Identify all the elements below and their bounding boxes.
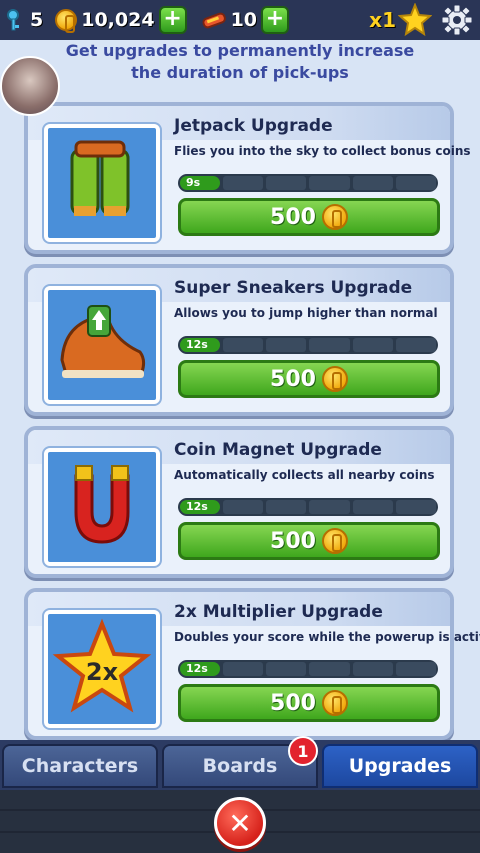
top-bar: 5 10,024 + 10 + x1 bbox=[0, 0, 480, 40]
upgrade-image-box bbox=[44, 124, 160, 242]
upgrade-progress-bar: 9s bbox=[178, 174, 438, 192]
upgrade-title: 2x Multiplier Upgrade bbox=[174, 602, 383, 622]
close-button[interactable]: ✕ bbox=[214, 797, 266, 849]
progress-segment bbox=[395, 176, 437, 190]
key-icon bbox=[7, 9, 19, 31]
boards-stat: 10 + bbox=[201, 6, 290, 34]
progress-segment bbox=[352, 338, 393, 352]
coin-icon bbox=[321, 528, 348, 554]
hoverboard-icon bbox=[201, 12, 226, 29]
upgrade-image-box: 2x bbox=[44, 610, 160, 728]
page-subtitle: Get upgrades to permanently increase the… bbox=[65, 41, 415, 82]
buy-upgrade-button[interactable]: 500 bbox=[178, 198, 440, 236]
progress-segment bbox=[352, 176, 393, 190]
progress-segment bbox=[309, 662, 350, 676]
progress-segment bbox=[395, 500, 437, 514]
jetpack-icon bbox=[70, 140, 130, 216]
upgrade-price: 500 bbox=[270, 690, 316, 716]
upgrade-title: Coin Magnet Upgrade bbox=[174, 440, 382, 460]
upgrade-progress-bar: 12s bbox=[178, 498, 438, 516]
coin-icon bbox=[321, 690, 348, 716]
upgrade-card-multiplier: 2x 2x Multiplier Upgrade Doubles your sc… bbox=[24, 588, 480, 740]
progress-segment bbox=[309, 500, 350, 514]
upgrade-progress-bar: 12s bbox=[178, 660, 438, 678]
tab-label: Boards bbox=[202, 755, 278, 777]
progress-segment bbox=[223, 176, 264, 190]
upgrade-card-sneakers: Super Sneakers Upgrade Allows you to jum… bbox=[24, 264, 454, 416]
coins-stat: 10,024 + bbox=[55, 6, 187, 34]
progress-segment bbox=[223, 662, 264, 676]
notification-badge: 1 bbox=[288, 736, 318, 766]
upgrade-price: 500 bbox=[270, 366, 316, 392]
close-icon: ✕ bbox=[228, 806, 252, 840]
coins-count: 10,024 bbox=[81, 9, 155, 31]
progress-segment bbox=[309, 338, 350, 352]
buy-upgrade-button[interactable]: 500 bbox=[178, 684, 440, 722]
upgrade-description: Automatically collects all nearby coins bbox=[174, 468, 435, 482]
upgrade-progress-bar: 12s bbox=[178, 336, 438, 354]
progress-level-label: 12s bbox=[180, 662, 220, 676]
upgrade-image-box bbox=[44, 286, 160, 404]
progress-segment bbox=[266, 338, 307, 352]
upgrade-image-box bbox=[44, 448, 160, 566]
progress-segment bbox=[266, 176, 307, 190]
upgrade-description: Allows you to jump higher than normal bbox=[174, 306, 438, 320]
tab-characters[interactable]: Characters bbox=[2, 744, 158, 788]
boards-count: 10 bbox=[230, 9, 258, 31]
keys-count: 5 bbox=[30, 9, 44, 31]
progress-level-label: 9s bbox=[180, 176, 220, 190]
upgrades-list[interactable]: Jetpack Upgrade Flies you into the sky t… bbox=[0, 98, 480, 740]
add-boards-button[interactable]: + bbox=[261, 6, 290, 34]
buy-upgrade-button[interactable]: 500 bbox=[178, 360, 440, 398]
star-2x-text: 2x bbox=[86, 658, 119, 686]
add-coins-button[interactable]: + bbox=[158, 6, 187, 34]
progress-segment bbox=[395, 338, 437, 352]
coin-icon bbox=[321, 366, 348, 392]
progress-segment bbox=[266, 662, 307, 676]
coin-icon bbox=[55, 9, 78, 33]
upgrade-title: Jetpack Upgrade bbox=[174, 116, 333, 136]
player-avatar[interactable] bbox=[0, 56, 60, 116]
upgrade-price: 500 bbox=[270, 204, 316, 230]
tab-upgrades[interactable]: Upgrades bbox=[322, 744, 478, 788]
top-right-group: x1 bbox=[369, 3, 474, 37]
progress-segment bbox=[395, 662, 437, 676]
star-2x-icon: 2x bbox=[52, 618, 152, 713]
buy-upgrade-button[interactable]: 500 bbox=[178, 522, 440, 560]
magnet-icon bbox=[74, 465, 130, 544]
keys-stat: 5 bbox=[6, 9, 43, 31]
star-icon bbox=[398, 3, 432, 37]
progress-segment bbox=[352, 500, 393, 514]
progress-segment bbox=[266, 500, 307, 514]
progress-segment bbox=[223, 500, 264, 514]
upgrade-description: Flies you into the sky to collect bonus … bbox=[174, 144, 471, 158]
score-multiplier: x1 bbox=[369, 8, 396, 32]
upgrade-description: Doubles your score while the powerup is … bbox=[174, 630, 480, 644]
settings-gear-icon[interactable] bbox=[440, 3, 474, 37]
tab-label: Upgrades bbox=[348, 755, 452, 777]
upgrade-card-magnet: Coin Magnet Upgrade Automatically collec… bbox=[24, 426, 454, 578]
upgrade-price: 500 bbox=[270, 528, 316, 554]
progress-segment bbox=[309, 176, 350, 190]
tab-label: Characters bbox=[21, 755, 139, 777]
progress-level-label: 12s bbox=[180, 500, 220, 514]
upgrade-title: Super Sneakers Upgrade bbox=[174, 278, 413, 298]
bottom-tab-bar: Characters Boards 1 Upgrades bbox=[0, 736, 480, 790]
progress-level-label: 12s bbox=[180, 338, 220, 352]
progress-segment bbox=[223, 338, 264, 352]
upgrade-card-jetpack: Jetpack Upgrade Flies you into the sky t… bbox=[24, 102, 471, 254]
sneaker-icon bbox=[60, 305, 146, 378]
coin-icon bbox=[321, 204, 348, 230]
progress-segment bbox=[352, 662, 393, 676]
tab-boards[interactable]: Boards 1 bbox=[162, 736, 318, 788]
